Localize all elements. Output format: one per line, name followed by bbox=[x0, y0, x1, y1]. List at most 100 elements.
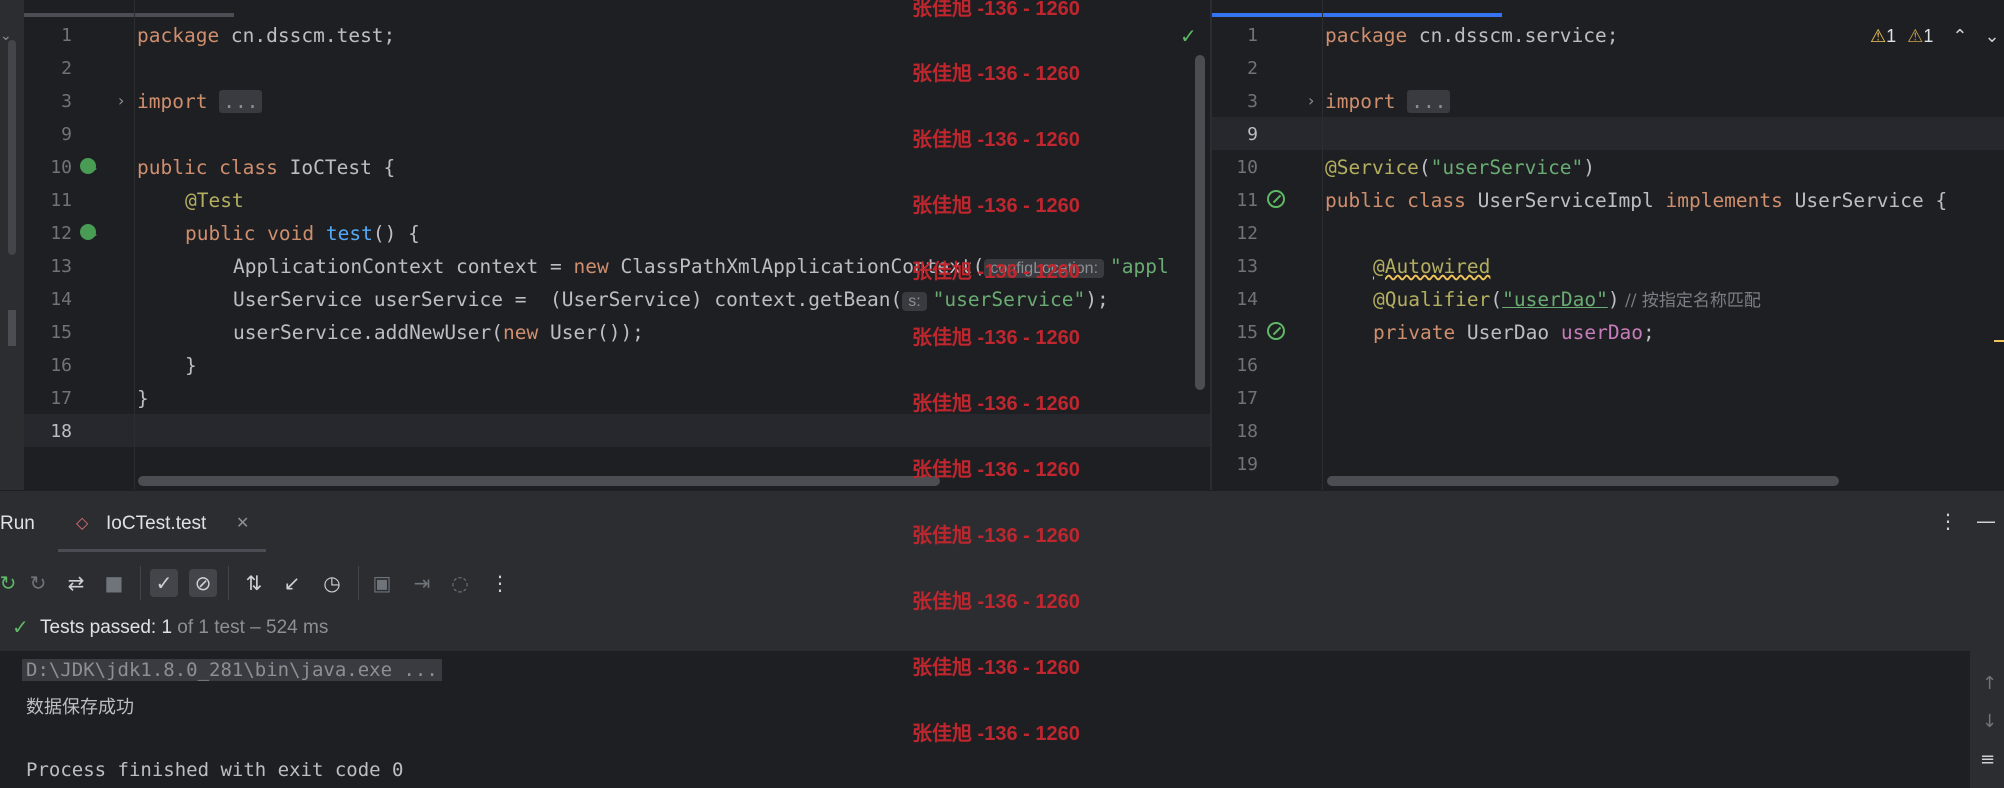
line-number: 11 bbox=[1236, 190, 1258, 211]
run-test-icon[interactable] bbox=[80, 224, 97, 240]
folded-imports: ... bbox=[219, 90, 263, 113]
camera-icon[interactable]: ▣ bbox=[368, 569, 396, 597]
watermark: 张佳旭 -136 - 1260 bbox=[912, 657, 1080, 679]
code-line-17[interactable]: } bbox=[137, 382, 149, 415]
line-number: 13 bbox=[50, 256, 72, 277]
inspections-widget[interactable]: ⚠1 ⚠1 ⌃ ⌄ bbox=[1870, 26, 2000, 47]
code-line-1[interactable]: package cn.dsscm.service; bbox=[1325, 19, 1619, 52]
scroll-down-icon[interactable]: ↓ bbox=[1982, 711, 1997, 732]
next-highlight-icon[interactable]: ⌄ bbox=[1984, 26, 1999, 46]
no-problems-check-icon[interactable]: ✓ bbox=[1180, 24, 1197, 48]
line-number: 3 bbox=[61, 91, 72, 112]
code-line-12[interactable]: public void test() { bbox=[185, 217, 420, 250]
vertical-scrollbar[interactable] bbox=[1195, 55, 1205, 390]
code-line-13[interactable]: @Autowired bbox=[1373, 250, 1490, 283]
previous-highlight-icon[interactable]: ⌃ bbox=[1952, 26, 1967, 46]
test-status-text: Tests passed: 1 of 1 test – 524 ms bbox=[40, 617, 329, 638]
line-number: 14 bbox=[50, 289, 72, 310]
test-config-icon: ◇ bbox=[76, 513, 89, 532]
scroll-up-icon[interactable]: ↑ bbox=[1982, 673, 1997, 694]
code-line-11[interactable]: public class UserServiceImpl implements … bbox=[1325, 184, 1947, 217]
folded-imports: ... bbox=[1407, 90, 1451, 113]
run-tool-window-title: Run bbox=[0, 513, 35, 534]
line-number: 12 bbox=[1236, 223, 1258, 244]
rerun-failed-icon[interactable]: ↻ bbox=[24, 569, 52, 597]
code-line-14[interactable]: UserService userService = (UserService) … bbox=[233, 283, 1109, 318]
console-exit-line: Process finished with exit code 0 bbox=[26, 759, 404, 781]
import-tests-icon[interactable]: ⇥ bbox=[408, 569, 436, 597]
toolbar-separator bbox=[358, 566, 359, 600]
watermark: 张佳旭 -136 - 1260 bbox=[912, 723, 1080, 745]
gutter-divider bbox=[1322, 0, 1323, 490]
gutter-divider bbox=[134, 0, 135, 490]
code-line-15[interactable]: userService.addNewUser(new User()); bbox=[233, 316, 644, 349]
spring-autowired-icon[interactable] bbox=[1267, 322, 1285, 340]
code-line-14[interactable]: @Qualifier("userDao") // 按指定名称匹配 bbox=[1373, 283, 1761, 318]
watermark: 张佳旭 -136 - 1260 bbox=[912, 393, 1080, 415]
toolbar-separator bbox=[228, 566, 229, 600]
test-status-bar: ✓ Tests passed: 1 of 1 test – 524 ms bbox=[0, 609, 2004, 649]
collapse-all-icon[interactable]: ↙ bbox=[278, 569, 306, 597]
line-number: 12 bbox=[50, 223, 72, 244]
watermark: 张佳旭 -136 - 1260 bbox=[912, 63, 1080, 85]
line-number: 1 bbox=[61, 25, 72, 46]
line-number: 3 bbox=[1247, 91, 1258, 112]
line-number: 16 bbox=[1236, 355, 1258, 376]
left-tool-scroll bbox=[8, 40, 16, 255]
line-number: 1 bbox=[1247, 25, 1258, 46]
watermark: 张佳旭 -136 - 1260 bbox=[912, 195, 1080, 217]
code-line-10[interactable]: @Service("userService") bbox=[1325, 151, 1595, 184]
code-line-15[interactable]: private UserDao userDao; bbox=[1373, 316, 1655, 349]
spring-bean-icon[interactable] bbox=[1267, 190, 1285, 208]
line-number: 9 bbox=[61, 124, 72, 145]
minimize-icon[interactable]: — bbox=[1976, 509, 1996, 533]
run-test-icon[interactable] bbox=[80, 158, 97, 174]
show-passed-icon[interactable]: ✓ bbox=[150, 569, 178, 597]
code-line-1[interactable]: package cn.dsscm.test; bbox=[137, 19, 395, 52]
close-tab-icon[interactable]: ✕ bbox=[236, 513, 249, 532]
console-command-line[interactable]: D:\JDK\jdk1.8.0_281\bin\java.exe ... bbox=[22, 659, 442, 681]
line-number: 9 bbox=[1247, 124, 1258, 145]
tests-passed-check-icon: ✓ bbox=[12, 615, 29, 639]
warning-stripe-marker[interactable] bbox=[1994, 340, 2004, 342]
current-line-highlight bbox=[1212, 117, 2004, 150]
watermark: 张佳旭 -136 - 1260 bbox=[912, 129, 1080, 151]
horizontal-scrollbar[interactable] bbox=[138, 476, 940, 486]
line-number: 17 bbox=[1236, 388, 1258, 409]
left-editor-tab-indicator bbox=[24, 13, 234, 17]
line-number: 11 bbox=[50, 190, 72, 211]
left-tool-marker bbox=[8, 310, 16, 346]
code-line-3[interactable]: import ... bbox=[137, 85, 263, 118]
line-number: 14 bbox=[1236, 289, 1258, 310]
sort-icon[interactable]: ⇅ bbox=[240, 569, 268, 597]
right-editor[interactable]: 1 2 3 9 10 11 12 13 14 15 16 17 18 19 › … bbox=[1212, 0, 2004, 490]
line-number: 13 bbox=[1236, 256, 1258, 277]
current-line-highlight bbox=[24, 414, 1210, 447]
fold-chevron-right-icon[interactable]: › bbox=[118, 91, 124, 110]
toggle-auto-test-icon[interactable]: ⇄ bbox=[62, 569, 90, 597]
fold-chevron-right-icon[interactable]: › bbox=[1308, 91, 1314, 110]
code-line-16[interactable]: } bbox=[185, 349, 197, 382]
code-line-10[interactable]: public class IoCTest { bbox=[137, 151, 395, 184]
parameter-hint: s: bbox=[902, 292, 927, 311]
warning-icon: ⚠ bbox=[1870, 26, 1887, 46]
watermark: 张佳旭 -136 - 1260 bbox=[912, 591, 1080, 613]
rerun-icon[interactable]: ↻ bbox=[0, 569, 22, 597]
stop-icon[interactable]: ■ bbox=[100, 569, 128, 597]
line-number: 2 bbox=[61, 58, 72, 79]
active-editor-tab-indicator bbox=[1212, 13, 1502, 17]
run-tab-iocttest[interactable]: IoCTest.test bbox=[106, 513, 206, 535]
line-number: 19 bbox=[1236, 454, 1258, 475]
watermark: 张佳旭 -136 - 1260 bbox=[912, 525, 1080, 547]
show-ignored-icon[interactable]: ⊘ bbox=[189, 569, 217, 597]
soft-wrap-icon[interactable]: ≡ bbox=[1980, 749, 1995, 770]
test-history-icon[interactable]: ◷ bbox=[318, 569, 346, 597]
more-options-icon[interactable]: ⋮ bbox=[1938, 509, 1958, 533]
code-line-3[interactable]: import ... bbox=[1325, 85, 1451, 118]
line-number: 10 bbox=[50, 157, 72, 178]
coverage-icon[interactable]: ◌ bbox=[446, 569, 474, 597]
watermark: 张佳旭 -136 - 1260 bbox=[912, 459, 1080, 481]
code-line-11[interactable]: @Test bbox=[185, 184, 244, 217]
toolbar-more-icon[interactable]: ⋮ bbox=[486, 569, 514, 597]
horizontal-scrollbar[interactable] bbox=[1327, 476, 1839, 486]
